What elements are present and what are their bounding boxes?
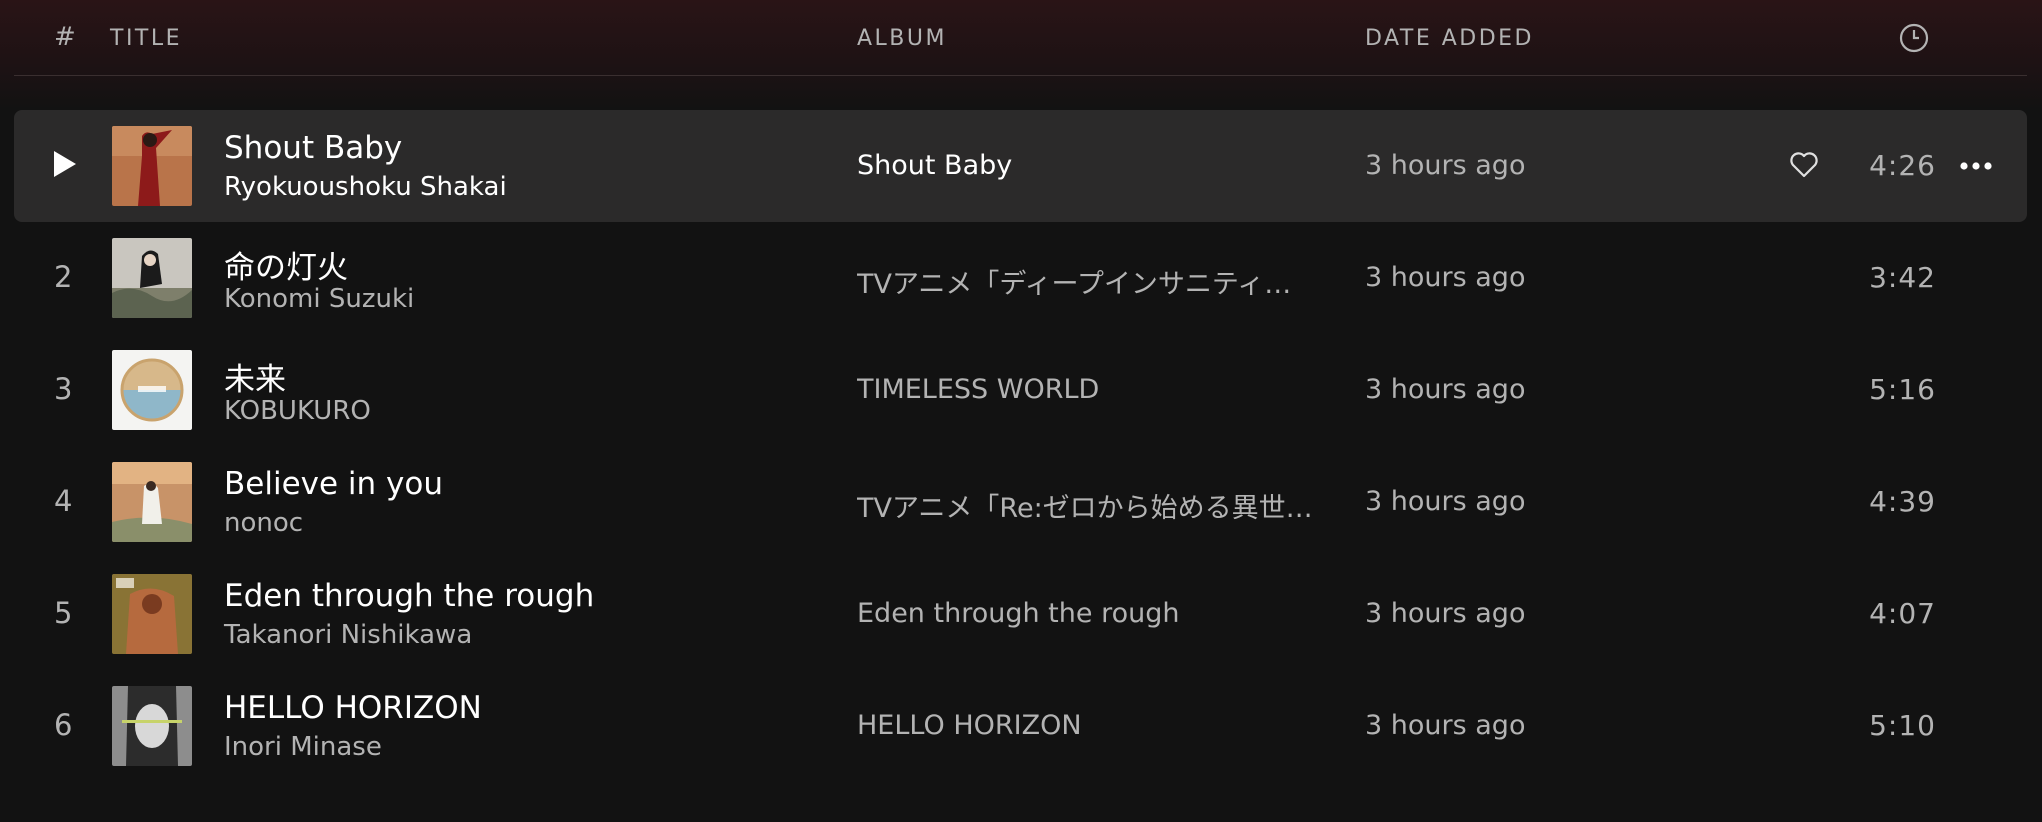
track-title[interactable]: 未来 (224, 354, 286, 399)
track-date-added: 3 hours ago (1365, 710, 1526, 741)
track-album[interactable]: TIMELESS WORLD (857, 374, 1335, 405)
track-duration: 4:26 (1869, 149, 1936, 182)
track-artist[interactable]: KOBUKURO (224, 396, 371, 426)
track-album[interactable]: HELLO HORIZON (857, 710, 1335, 741)
album-art (112, 686, 192, 766)
track-number: 2 (54, 260, 73, 294)
column-header: # TITLE ALBUM DATE ADDED (14, 0, 2027, 76)
track-title[interactable]: Believe in you (224, 466, 443, 502)
track-artist[interactable]: nonoc (224, 508, 303, 538)
column-title[interactable]: TITLE (110, 26, 182, 51)
track-date-added: 3 hours ago (1365, 598, 1526, 629)
track-row[interactable]: 3 未来 KOBUKURO TIMELESS WORLD 3 hours ago… (14, 334, 2027, 446)
track-artist[interactable]: Inori Minase (224, 732, 382, 762)
track-date-added: 3 hours ago (1365, 486, 1526, 517)
track-artist[interactable]: Takanori Nishikawa (224, 620, 472, 650)
track-title[interactable]: Shout Baby (224, 130, 402, 166)
track-list: Shout Baby Ryokuoushoku Shakai Shout Bab… (14, 110, 2027, 782)
track-duration: 4:39 (1869, 485, 1936, 518)
track-title[interactable]: 命の灯火 (224, 242, 348, 287)
track-title[interactable]: HELLO HORIZON (224, 690, 482, 726)
track-duration: 4:07 (1869, 597, 1936, 630)
track-number: 4 (54, 484, 73, 518)
column-number[interactable]: # (54, 22, 78, 52)
track-duration: 3:42 (1869, 261, 1936, 294)
album-art (112, 462, 192, 542)
play-icon[interactable] (54, 151, 76, 177)
clock-icon[interactable] (1898, 22, 1930, 54)
track-row[interactable]: Shout Baby Ryokuoushoku Shakai Shout Bab… (14, 110, 2027, 222)
track-date-added: 3 hours ago (1365, 374, 1526, 405)
track-artist[interactable]: Konomi Suzuki (224, 284, 414, 314)
track-album[interactable]: TVアニメ「ディープインサニティ… (857, 262, 1335, 301)
track-date-added: 3 hours ago (1365, 262, 1526, 293)
track-album[interactable]: Shout Baby (857, 150, 1335, 181)
album-art (112, 126, 192, 206)
more-options-icon[interactable] (1959, 161, 1993, 171)
track-row[interactable]: 6 HELLO HORIZON Inori Minase HELLO HORIZ… (14, 670, 2027, 782)
track-row[interactable]: 4 Believe in you nonoc TVアニメ「Re:ゼロから始める異… (14, 446, 2027, 558)
heart-icon[interactable] (1789, 151, 1819, 179)
track-duration: 5:10 (1869, 709, 1936, 742)
track-number: 3 (54, 372, 73, 406)
track-number: 6 (54, 708, 73, 742)
track-number: 5 (54, 596, 73, 630)
track-artist[interactable]: Ryokuoushoku Shakai (224, 172, 507, 202)
track-album[interactable]: TVアニメ「Re:ゼロから始める異世… (857, 486, 1335, 525)
album-art (112, 574, 192, 654)
track-duration: 5:16 (1869, 373, 1936, 406)
track-date-added: 3 hours ago (1365, 150, 1526, 181)
album-art (112, 238, 192, 318)
track-album[interactable]: Eden through the rough (857, 598, 1335, 629)
album-art (112, 350, 192, 430)
track-title[interactable]: Eden through the rough (224, 578, 594, 614)
column-album[interactable]: ALBUM (857, 26, 947, 51)
column-date-added[interactable]: DATE ADDED (1365, 26, 1534, 51)
track-row[interactable]: 2 命の灯火 Konomi Suzuki TVアニメ「ディープインサニティ… 3… (14, 222, 2027, 334)
track-row[interactable]: 5 Eden through the rough Takanori Nishik… (14, 558, 2027, 670)
